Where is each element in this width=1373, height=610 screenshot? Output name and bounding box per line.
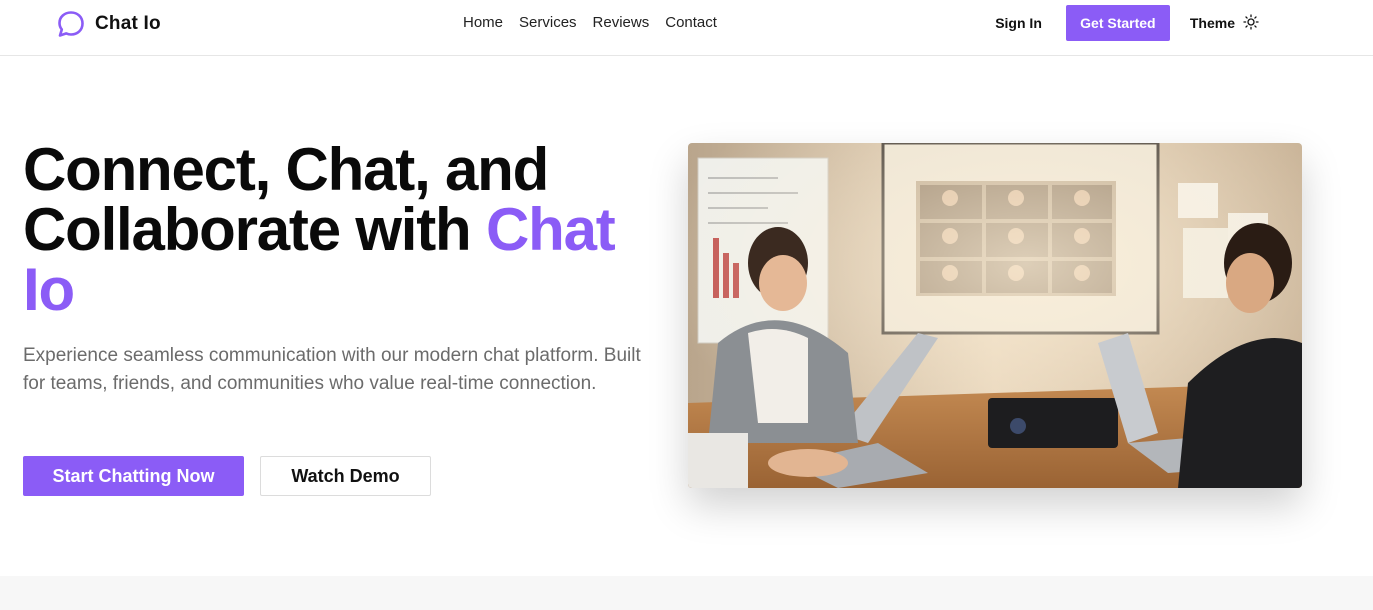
nav-link-reviews[interactable]: Reviews bbox=[593, 14, 650, 32]
brand-logo-link[interactable]: Chat Io bbox=[56, 9, 161, 39]
brand-name: Chat Io bbox=[95, 13, 161, 34]
nav-link-services[interactable]: Services bbox=[519, 14, 577, 32]
top-navbar: Chat Io Home Services Reviews Contact Si… bbox=[0, 0, 1373, 56]
start-chatting-button[interactable]: Start Chatting Now bbox=[23, 456, 244, 496]
next-section-band bbox=[0, 576, 1373, 610]
sign-in-link[interactable]: Sign In bbox=[995, 15, 1042, 31]
hero-title: Connect, Chat, and Collaborate with Chat … bbox=[23, 140, 663, 320]
chat-bubble-icon bbox=[56, 9, 86, 39]
sun-icon bbox=[1243, 13, 1259, 33]
hero-description: Experience seamless communication with o… bbox=[23, 345, 641, 394]
theme-toggle-button[interactable]: Theme bbox=[1189, 13, 1259, 33]
hero-title-line2: Collaborate with bbox=[23, 196, 486, 263]
nav-link-contact[interactable]: Contact bbox=[665, 14, 717, 32]
main-nav: Home Services Reviews Contact bbox=[463, 14, 717, 32]
nav-link-home[interactable]: Home bbox=[463, 14, 503, 32]
hero-title-line1: Connect, Chat, and bbox=[23, 136, 549, 203]
get-started-button[interactable]: Get Started bbox=[1065, 5, 1170, 41]
watch-demo-button[interactable]: Watch Demo bbox=[260, 456, 431, 496]
nav-actions: Sign In Get Started Theme bbox=[995, 5, 1259, 41]
theme-label: Theme bbox=[1189, 15, 1235, 31]
hero-image-video-meeting bbox=[688, 143, 1302, 488]
